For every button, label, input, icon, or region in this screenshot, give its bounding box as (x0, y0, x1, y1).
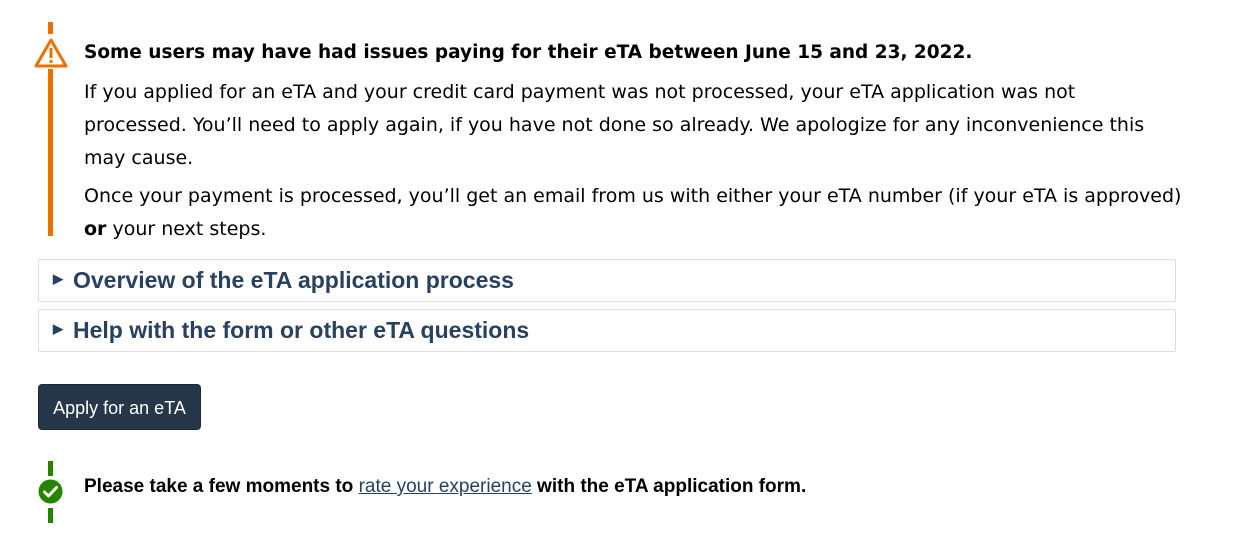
paragraph-2-end: your next steps. (106, 218, 267, 240)
warning-alert-content: Some users may have had issues paying fo… (84, 40, 1184, 251)
details-help-form-questions[interactable]: ▶ Help with the form or other eTA questio… (38, 309, 1176, 352)
success-alert-top-bar (48, 461, 53, 476)
details-summary[interactable]: ▶ Overview of the eTA application process (53, 260, 514, 301)
warning-alert-left-bar (48, 69, 53, 236)
details-label: Help with the form or other eTA question… (73, 317, 530, 343)
payment-issue-warning-alert: Some users may have had issues paying fo… (0, 0, 1247, 240)
warning-alert-paragraph-1: If you applied for an eTA and your credi… (84, 81, 1145, 169)
details-summary[interactable]: ▶ Help with the form or other eTA questio… (53, 310, 529, 351)
triangle-right-icon: ▶ (53, 321, 63, 337)
rate-experience-link[interactable]: rate your experience (359, 476, 532, 497)
check-circle-icon (38, 479, 63, 504)
warning-alert-top-bar (48, 22, 53, 34)
text-after-link: with the eTA application form. (531, 476, 807, 497)
rate-experience-success-alert: Please take a few moments to rate your e… (0, 458, 1247, 528)
paragraph-2-main: Once your payment is processed, you’ll g… (84, 185, 1182, 207)
warning-alert-paragraph-2: Once your payment is processed, you’ll g… (84, 180, 1184, 246)
warning-triangle-icon (34, 38, 68, 68)
paragraph-2-bold: or (84, 218, 107, 240)
details-overview-eta-process[interactable]: ▶ Overview of the eTA application process (38, 259, 1176, 302)
warning-alert-title: Some users may have had issues paying fo… (84, 42, 973, 63)
success-alert-bottom-bar (48, 508, 53, 523)
success-alert-text: Please take a few moments to rate your e… (84, 474, 806, 500)
triangle-right-icon: ▶ (53, 271, 63, 287)
page: Some users may have had issues paying fo… (0, 0, 1247, 550)
text-before-link: Please take a few moments to (84, 476, 359, 497)
details-label: Overview of the eTA application process (73, 267, 514, 293)
apply-for-eta-button[interactable]: Apply for an eTA (38, 384, 201, 430)
